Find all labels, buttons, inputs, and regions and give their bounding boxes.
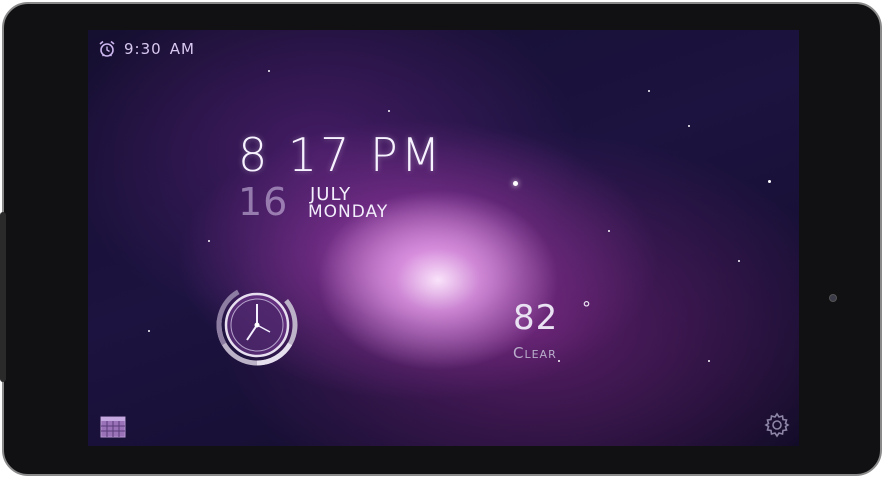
star [148,330,150,332]
star [558,360,560,362]
star [208,240,210,242]
star [688,125,690,127]
alarm-clock-icon [98,40,116,58]
tablet-side-button [0,212,6,382]
calendar-grid-icon[interactable] [100,416,126,442]
star [388,110,390,112]
weather-temperature[interactable]: 82 [513,298,558,338]
star [738,260,740,262]
gear-icon[interactable] [764,412,790,442]
alarm-time: 9:30 [124,40,162,58]
date-day: 16 [238,180,289,224]
digital-clock-time[interactable]: 8 17 PM [238,128,443,182]
weather-condition: Clear [513,344,557,362]
star [708,360,710,362]
analog-clock-icon[interactable] [214,282,300,368]
star [513,181,518,186]
star [648,90,650,92]
star [768,180,771,183]
alarm-period: AM [169,40,195,58]
degree-symbol: ° [582,298,591,319]
date-weekday: MONDAY [308,202,389,222]
star [268,70,270,72]
next-alarm[interactable]: 9:30 AM [98,40,195,58]
front-camera [829,294,837,302]
star [608,230,610,232]
home-screen: 9:30 AM 8 17 PM 16 JULY MONDAY 82 ° Clea… [88,30,799,446]
